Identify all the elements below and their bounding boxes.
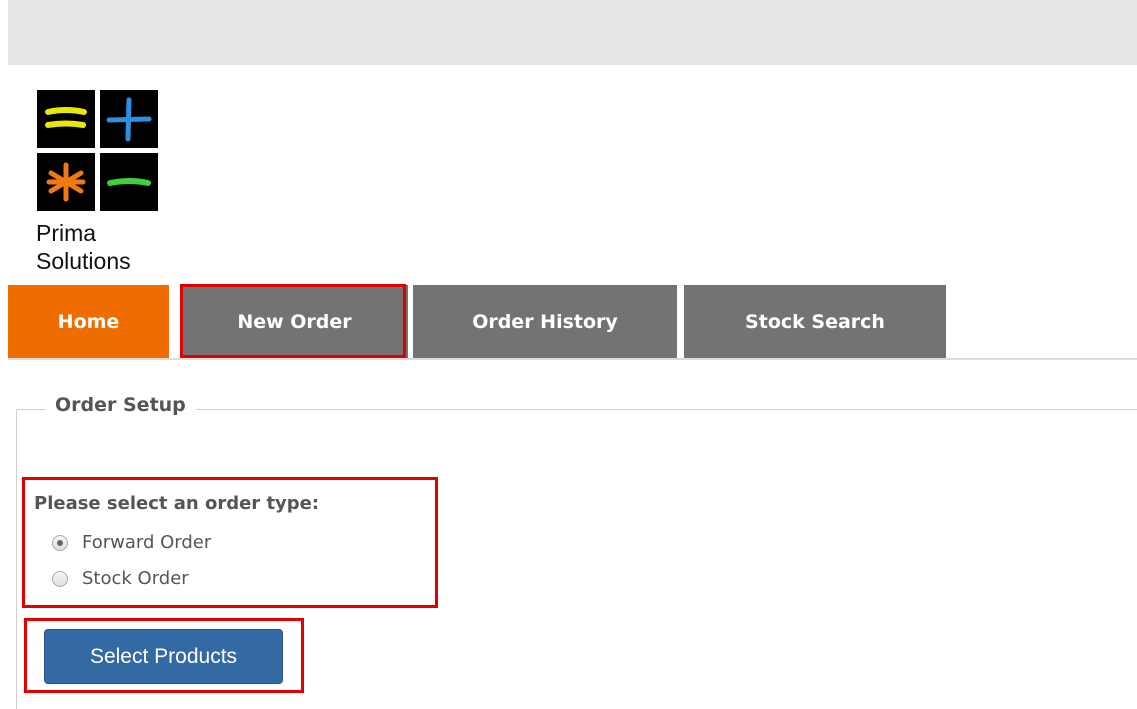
select-products-button[interactable]: Select Products	[44, 629, 283, 684]
radio-label-stock[interactable]: Stock Order	[82, 568, 189, 589]
main-nav: Home New Order Order History Stock Searc…	[8, 285, 1137, 360]
order-setup-legend: Order Setup	[45, 394, 196, 416]
brand-logo[interactable]: Prima Solutions	[36, 89, 161, 279]
order-type-prompt: Please select an order type:	[34, 493, 320, 514]
brand-name: Prima Solutions	[36, 219, 131, 275]
radio-label-forward[interactable]: Forward Order	[82, 532, 211, 553]
brand-name-line2: Solutions	[36, 248, 131, 274]
brand-name-line1: Prima	[36, 220, 97, 246]
tab-new-order[interactable]: New Order	[181, 285, 408, 359]
tab-home[interactable]: Home	[8, 285, 169, 359]
minus-icon	[107, 178, 151, 186]
radio-button-forward[interactable]	[52, 534, 68, 551]
tab-order-history[interactable]: Order History	[413, 285, 677, 359]
tab-stock-search[interactable]: Stock Search	[684, 285, 946, 359]
radio-button-stock[interactable]	[52, 570, 68, 587]
radio-forward-order[interactable]: Forward Order	[52, 532, 211, 553]
top-bar	[8, 0, 1137, 65]
nav-divider	[8, 358, 1137, 360]
radio-stock-order[interactable]: Stock Order	[52, 568, 189, 589]
logo-grid	[36, 89, 159, 212]
